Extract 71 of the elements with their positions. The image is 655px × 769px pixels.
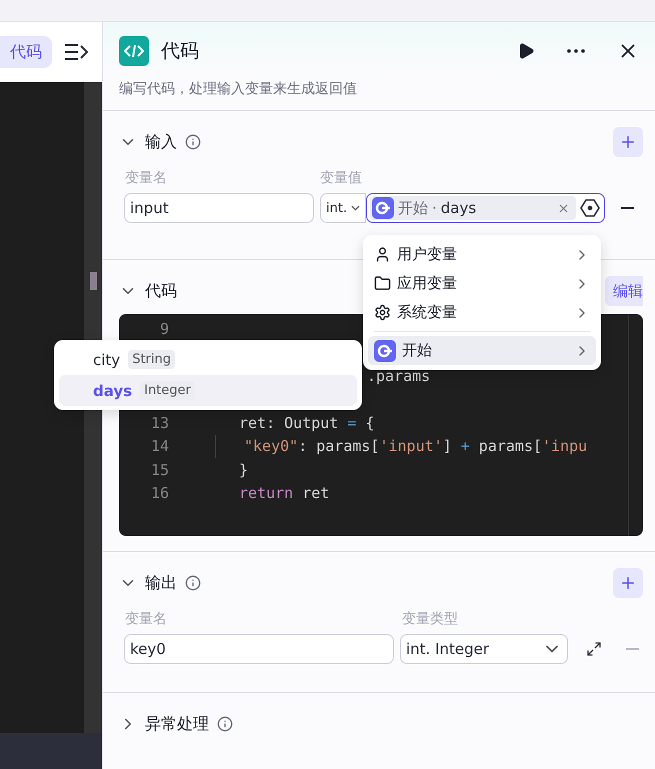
add-button[interactable] xyxy=(613,127,643,157)
settings-icon xyxy=(374,304,391,321)
start-node-icon xyxy=(372,197,394,219)
clear-icon[interactable] xyxy=(557,202,570,214)
code-token: = xyxy=(347,414,356,432)
code-token: .params xyxy=(367,366,430,385)
code-token: 'inpu xyxy=(542,437,588,456)
collapse-menu-icon[interactable] xyxy=(64,43,88,61)
code-token: { xyxy=(364,414,374,432)
start-node-icon xyxy=(374,340,396,362)
column-label: 变量值 xyxy=(320,169,363,187)
indent-guide xyxy=(215,434,216,458)
info-icon[interactable] xyxy=(185,575,201,591)
section-title: 异常处理 xyxy=(145,714,209,734)
line-number: 15 xyxy=(150,460,169,479)
code-token: 'input' xyxy=(379,437,443,456)
column-label: 变量类型 xyxy=(402,610,459,628)
code-token: ret: Output xyxy=(239,414,340,432)
section-title: 输出 xyxy=(145,572,177,594)
tag-node-name: 开始 xyxy=(398,198,428,218)
play-icon xyxy=(517,42,535,60)
code-token: return xyxy=(239,484,294,502)
minus-icon xyxy=(621,207,634,209)
scroll-thumb[interactable] xyxy=(90,272,97,290)
code-token: ret xyxy=(301,484,330,502)
type-tag: String xyxy=(128,350,175,369)
code-token: "key0" xyxy=(244,437,298,456)
type-select[interactable]: int. Integer xyxy=(400,634,568,664)
node-description: 编写代码，处理输入变量来生成返回值 xyxy=(119,80,358,98)
tag-variable-name: days xyxy=(440,199,476,217)
minus-icon xyxy=(626,648,639,650)
code-token: params[ xyxy=(478,437,542,456)
column-label: 变量名 xyxy=(125,169,168,187)
chevron-down-icon xyxy=(351,205,360,211)
code-token: } xyxy=(239,460,248,479)
info-icon[interactable] xyxy=(217,716,233,732)
menu-item[interactable]: 开始 xyxy=(368,336,596,365)
expand-icon xyxy=(586,641,602,657)
line-number: 14 xyxy=(150,437,169,456)
node-title: 代码 xyxy=(161,39,200,64)
code-token: ] xyxy=(442,437,453,456)
section-title: 输入 xyxy=(145,132,177,152)
menu-item[interactable]: 用户变量 xyxy=(368,240,596,269)
code-node-icon xyxy=(119,36,149,66)
tag-separator: · xyxy=(432,199,437,217)
column-label: 变量名 xyxy=(125,610,168,628)
section-title: 代码 xyxy=(145,280,177,302)
expand-button[interactable] xyxy=(586,641,602,657)
more-button[interactable] xyxy=(567,49,585,53)
type-select[interactable]: int. xyxy=(320,193,366,223)
more-icon xyxy=(567,49,585,53)
plus-icon xyxy=(619,574,637,592)
edit-button[interactable]: 编辑 xyxy=(605,276,643,306)
add-button[interactable] xyxy=(613,568,643,598)
folder-icon xyxy=(374,275,391,292)
info-icon[interactable] xyxy=(185,134,201,150)
code-token: : params[ xyxy=(298,437,380,456)
type-tag: Integer xyxy=(140,381,195,400)
variable-reference-field[interactable]: 开始 · days xyxy=(366,193,605,223)
variable-name-field[interactable]: key0 xyxy=(124,634,394,664)
variable-option[interactable]: days Integer xyxy=(59,375,357,406)
user-icon xyxy=(374,246,391,263)
code-token: + xyxy=(460,437,470,456)
run-button[interactable] xyxy=(517,42,535,60)
menu-item[interactable]: 应用变量 xyxy=(368,269,596,298)
line-number: 16 xyxy=(150,484,169,502)
variable-name-field[interactable]: input xyxy=(124,193,314,223)
line-number: 13 xyxy=(150,414,169,432)
line-number: 9 xyxy=(158,320,169,338)
test-code-button[interactable]: 代码 xyxy=(0,36,52,68)
plus-icon xyxy=(619,133,637,151)
